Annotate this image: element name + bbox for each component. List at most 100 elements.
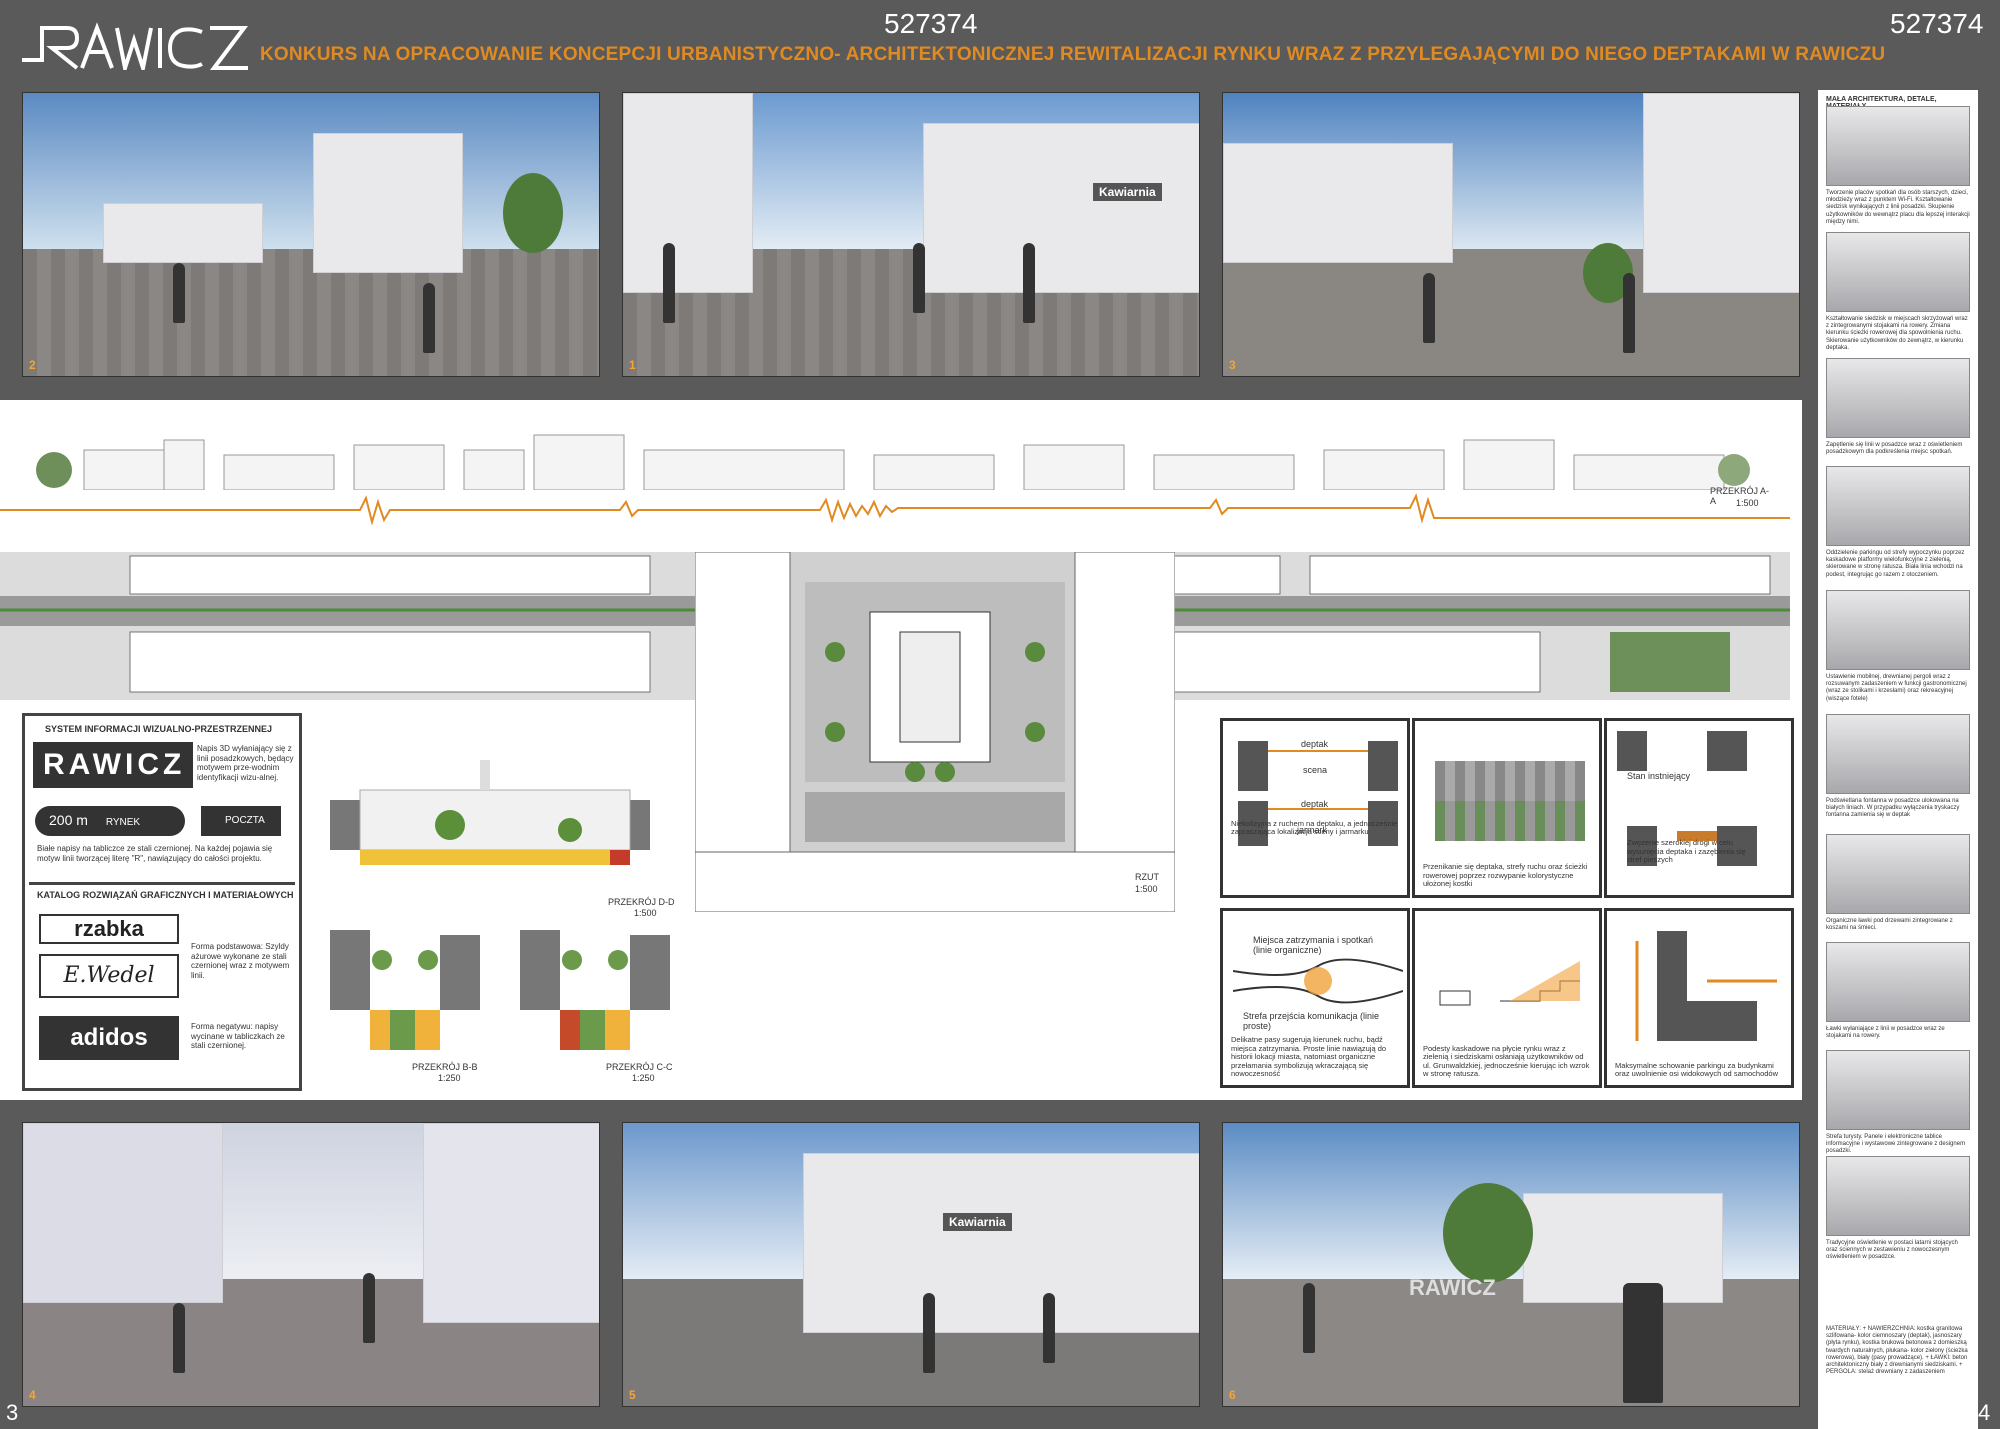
detail-road-narrowing: Stan instniejący Zwężenie szerokiej drog…: [1604, 718, 1794, 898]
entry-number-right: 527374: [1890, 8, 1984, 39]
detail-text: Zwężenie szerokiej drogi w celu wysunięc…: [1627, 838, 1746, 865]
tag-meeting: Miejsca zatrzymania i spotkań (linie org…: [1253, 935, 1374, 955]
section-aa: PRZEKRÓJ A-A 1:500: [0, 400, 1790, 526]
sign-poczta-label: POCZTA: [225, 815, 265, 826]
sign-rynek: 200 m RYNEK: [35, 806, 185, 836]
photo-number: 2: [29, 358, 36, 372]
visualization-1: Kawiarnia 1: [622, 92, 1200, 377]
detail-paving: Przenikanie się deptaka, strefy ruchu or…: [1412, 718, 1602, 898]
visualization-3: 3: [1222, 92, 1800, 377]
detail-thumb-9: [1826, 1050, 1970, 1130]
detail-thumb-7: [1826, 834, 1970, 914]
section-dd-scale: 1:500: [634, 908, 657, 918]
rawicz-logo: [22, 10, 252, 76]
sign-rynek-distance: 200 m: [49, 812, 88, 828]
logo-description: Napis 3D wyłaniający się z linii posadzk…: [197, 744, 294, 782]
photo-number: 1: [629, 358, 636, 372]
cafe-sign: Kawiarnia: [1093, 183, 1162, 201]
section-bb-drawing: [330, 930, 480, 1050]
photo-number: 3: [1229, 358, 1236, 372]
detail-text: Delikatne pasy sugerują kierunek ruchu, …: [1231, 1034, 1387, 1079]
details-materials-column: MAŁA ARCHITEKTURA, DETALE, MATERIAŁY Two…: [1818, 90, 1978, 1429]
materials-text: MATERIAŁY: + NAWIERZCHNIA: kostka granit…: [1826, 1326, 1968, 1376]
detail-parking: Maksymalne schowanie parkingu za budynka…: [1604, 908, 1794, 1088]
detail-thumb-5: [1826, 590, 1970, 670]
section-dd-drawing: [330, 760, 650, 870]
tag-existing: Stan instniejący: [1627, 771, 1691, 781]
brand-sign-1: rzabka: [39, 914, 179, 944]
tag-passage: Strefa przejścia komunikacja (linie pros…: [1243, 1011, 1380, 1031]
detail-thumb-8: [1826, 942, 1970, 1022]
detail-text: Przenikanie się deptaka, strefy ruchu or…: [1423, 862, 1588, 889]
info-heading: SYSTEM INFORMACJI WIZUALNO-PRZESTRZENNEJ: [45, 724, 273, 734]
visualization-4: 4: [22, 1122, 600, 1407]
visual-information-system-panel: SYSTEM INFORMACJI WIZUALNO-PRZESTRZENNEJ…: [22, 713, 302, 1091]
section-cc-label: PRZEKRÓJ C-C: [606, 1062, 673, 1072]
side-item-9: Strefa turysty. Panele i elektroniczne t…: [1826, 1134, 1966, 1155]
logo-sample: RAWICZ: [33, 742, 193, 788]
activity-waveform: [0, 493, 1790, 526]
brand-3-text: adidos: [70, 1024, 148, 1051]
photo-number: 5: [629, 1388, 636, 1402]
catalog-heading: KATALOG ROZWIĄZAŃ GRAFICZNYCH I MATERIAŁ…: [37, 890, 294, 900]
positive-form-text: Forma podstawowa: Szyldy ażurowe wykonan…: [191, 942, 290, 980]
detail-thumb-10: [1826, 1156, 1970, 1236]
side-item-3: Zapętlenie się linii w posadzce wraz z o…: [1826, 442, 1963, 456]
tag-deptak-2: deptak: [1301, 799, 1329, 809]
competition-title: KONKURS NA OPRACOWANIE KONCEPCJI URBANIS…: [260, 44, 1886, 65]
market-square-plan: RZUT 1:500: [694, 551, 1176, 913]
header: KONKURS NA OPRACOWANIE KONCEPCJI URBANIS…: [0, 0, 2000, 80]
detail-text: Podesty kaskadowe na płycie rynku wraz z…: [1423, 1043, 1590, 1079]
section-dd-label: PRZEKRÓJ D-D: [608, 897, 675, 907]
side-item-10: Tradycyjne oświetlenie w postaci latarni…: [1826, 1240, 1958, 1261]
side-item-8: Ławki wyłaniające z linii w posadzce wra…: [1826, 1026, 1945, 1040]
plan-label: RZUT: [1135, 872, 1159, 882]
cafe-sign: Kawiarnia: [943, 1213, 1012, 1231]
detail-thumb-4: [1826, 466, 1970, 546]
page-number-right: 4: [1978, 1400, 1991, 1425]
section-cc-drawing: [520, 930, 670, 1050]
side-item-7: Organiczne ławki pod drzewami zintegrowa…: [1826, 918, 1953, 932]
detail-lines: Miejsca zatrzymania i spotkań (linie org…: [1220, 908, 1410, 1088]
side-item-6: Podświetlana fontanna w posadzce ulokowa…: [1826, 798, 1960, 819]
sign-poczta: POCZTA: [201, 806, 281, 836]
entry-number-center: 527374: [884, 8, 978, 39]
plan-scale: 1:500: [1135, 884, 1158, 894]
detail-cascade: Podesty kaskadowe na płycie rynku wraz z…: [1412, 908, 1602, 1088]
visualization-5: Kawiarnia 5: [622, 1122, 1200, 1407]
detail-stage-market: deptak scena deptak jarmark Niekolizyjna…: [1220, 718, 1410, 898]
detail-thumb-6: [1826, 714, 1970, 794]
side-item-4: Oddzielenie parkingu od strefy wypoczynk…: [1826, 550, 1965, 578]
section-cc-scale: 1:250: [632, 1073, 655, 1083]
detail-text: Maksymalne schowanie parkingu za budynka…: [1615, 1060, 1779, 1079]
detail-thumb-2: [1826, 232, 1970, 312]
tag-scena: scena: [1303, 765, 1328, 775]
negative-form-text: Forma negatywu: napisy wycinane w tablic…: [191, 1022, 285, 1051]
side-item-2: Kształtowanie siedzisk w miejscach skrzy…: [1826, 316, 1968, 351]
photo-number: 6: [1229, 1388, 1236, 1402]
visualization-2: 2: [22, 92, 600, 377]
tag-deptak: deptak: [1301, 739, 1329, 749]
section-aa-scale: 1:500: [1736, 498, 1759, 508]
detail-thumb-1: [1826, 106, 1970, 186]
visualization-6: RAWICZ 6: [1222, 1122, 1800, 1407]
side-item-1: Tworzenie placów spotkań dla osób starsz…: [1826, 190, 1970, 225]
brand-sign-2: E.Wedel: [39, 954, 179, 998]
white-text-desc: Białe napisy na tabliczce ze stali czern…: [37, 844, 273, 863]
section-bb-label: PRZEKRÓJ B-B: [412, 1062, 478, 1072]
side-item-5: Ustawienie mobilnej, drewnianej pergoli …: [1826, 674, 1967, 702]
section-bb-scale: 1:250: [438, 1073, 461, 1083]
rawicz-3d-sign: RAWICZ: [1409, 1275, 1496, 1300]
photo-number: 4: [29, 1388, 36, 1402]
detail-thumb-3: [1826, 358, 1970, 438]
logo-sample-text: RAWICZ: [43, 748, 186, 781]
divider: [29, 882, 295, 885]
brand-sign-3: adidos: [39, 1016, 179, 1060]
brand-2-text: E.Wedel: [63, 963, 155, 988]
sign-rynek-label: RYNEK: [105, 817, 141, 828]
rawicz-logo-graphic: [22, 22, 248, 76]
brand-1-text: rzabka: [74, 916, 144, 941]
detail-text: Niekolizyjna z ruchem na deptaku, a jedn…: [1231, 818, 1398, 837]
page-number-left: 3: [6, 1400, 19, 1425]
street-elevation: [36, 434, 1750, 490]
